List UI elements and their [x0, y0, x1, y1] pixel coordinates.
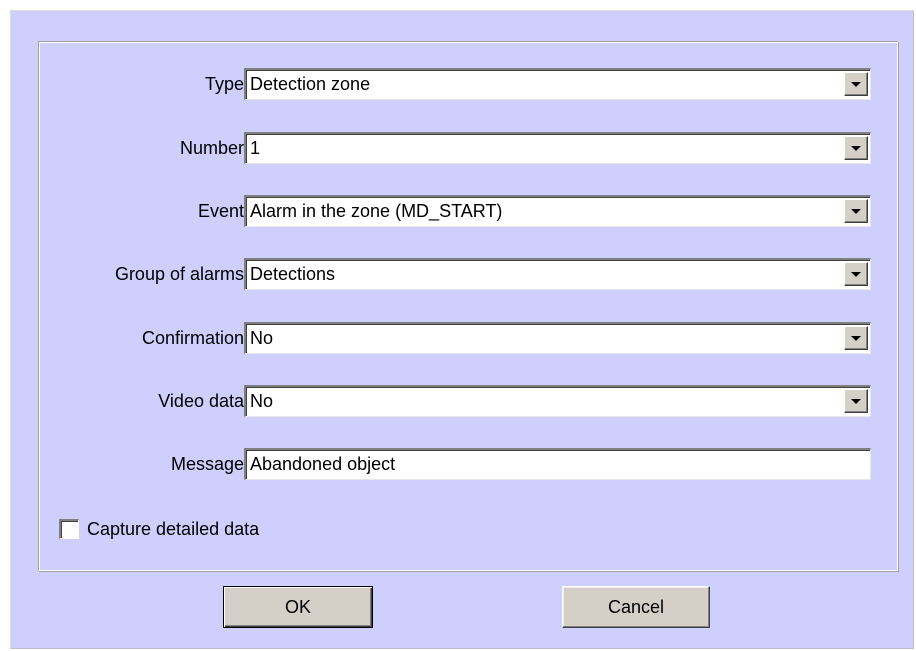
- video-data-row: Video data No: [39, 385, 897, 417]
- message-row: Message Abandoned object: [39, 448, 897, 480]
- capture-detailed-data-label[interactable]: Capture detailed data: [87, 516, 259, 542]
- ok-button[interactable]: OK: [223, 586, 373, 628]
- dialog-window: Type Detection zone Number 1 Event Alarm…: [10, 10, 914, 649]
- type-dropdown-button[interactable]: [844, 72, 868, 96]
- number-dropdown-button[interactable]: [844, 136, 868, 160]
- chevron-down-icon: [851, 399, 861, 404]
- confirmation-dropdown[interactable]: No: [244, 322, 871, 354]
- event-dropdown[interactable]: Alarm in the zone (MD_START): [244, 195, 871, 227]
- number-dropdown[interactable]: 1: [244, 132, 871, 164]
- group-of-alarms-row: Group of alarms Detections: [39, 258, 897, 290]
- message-value: Abandoned object: [250, 454, 396, 474]
- group-of-alarms-value: Detections: [250, 264, 336, 284]
- message-input[interactable]: Abandoned object: [244, 448, 871, 480]
- type-row: Type Detection zone: [39, 68, 897, 100]
- video-data-label: Video data: [158, 391, 244, 411]
- chevron-down-icon: [851, 209, 861, 214]
- number-value: 1: [250, 138, 261, 158]
- video-data-dropdown-button[interactable]: [844, 389, 868, 413]
- settings-group: Type Detection zone Number 1 Event Alarm…: [38, 41, 898, 571]
- chevron-down-icon: [851, 82, 861, 87]
- event-value: Alarm in the zone (MD_START): [250, 201, 503, 221]
- cancel-button[interactable]: Cancel: [562, 586, 710, 628]
- type-value: Detection zone: [250, 74, 371, 94]
- capture-detailed-data-checkbox[interactable]: [59, 519, 79, 539]
- confirmation-value: No: [250, 328, 274, 348]
- type-label: Type: [204, 74, 244, 94]
- group-of-alarms-dropdown-button[interactable]: [844, 262, 868, 286]
- confirmation-row: Confirmation No: [39, 322, 897, 354]
- chevron-down-icon: [851, 336, 861, 341]
- confirmation-label: Confirmation: [141, 328, 244, 348]
- event-dropdown-button[interactable]: [844, 199, 868, 223]
- video-data-dropdown[interactable]: No: [244, 385, 871, 417]
- event-label: Event: [197, 201, 244, 221]
- group-of-alarms-dropdown[interactable]: Detections: [244, 258, 871, 290]
- number-label: Number: [179, 138, 244, 158]
- type-dropdown[interactable]: Detection zone: [244, 68, 871, 100]
- confirmation-dropdown-button[interactable]: [844, 326, 868, 350]
- group-of-alarms-label: Group of alarms: [114, 264, 244, 284]
- number-row: Number 1: [39, 132, 897, 164]
- event-row: Event Alarm in the zone (MD_START): [39, 195, 897, 227]
- chevron-down-icon: [851, 146, 861, 151]
- chevron-down-icon: [851, 272, 861, 277]
- message-label: Message: [170, 454, 244, 474]
- video-data-value: No: [250, 391, 274, 411]
